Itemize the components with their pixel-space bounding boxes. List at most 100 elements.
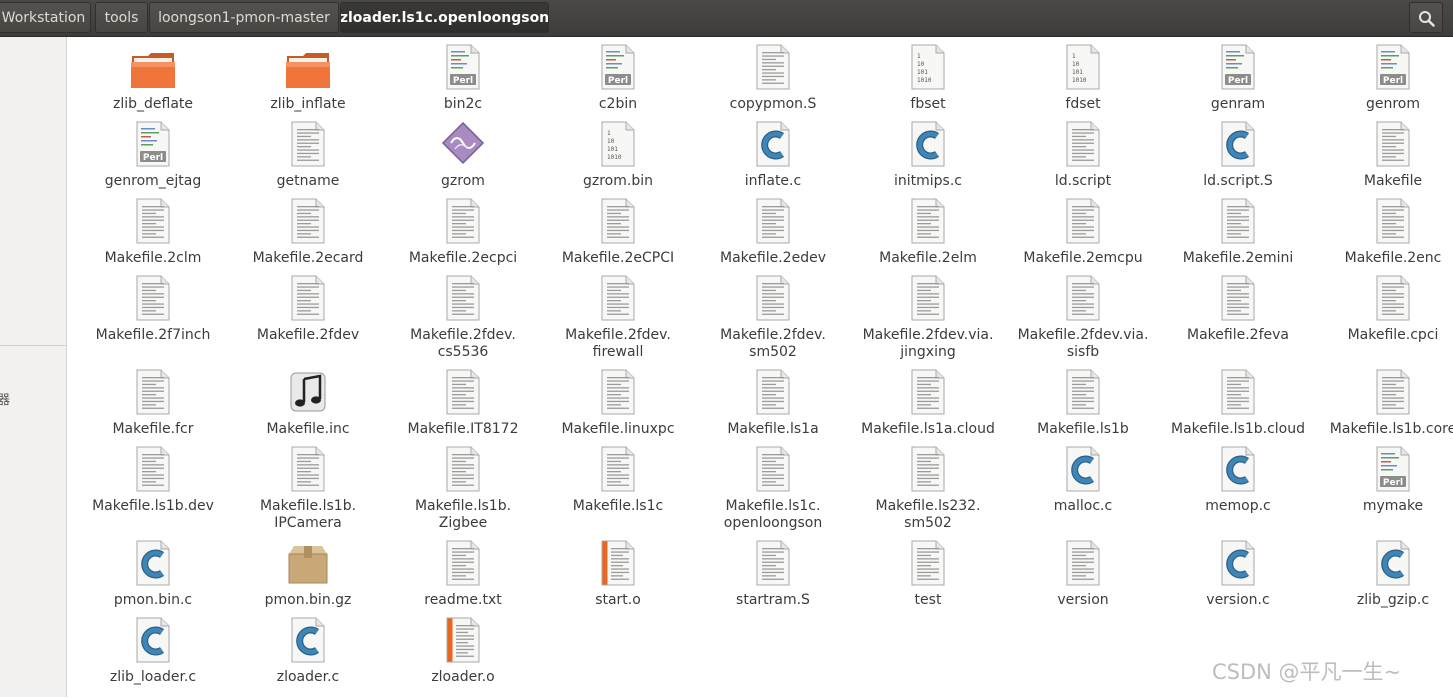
file-item[interactable]: Makefile.2fdev. cs5536 bbox=[388, 270, 538, 360]
file-item[interactable]: Makefile bbox=[1318, 116, 1453, 202]
file-item[interactable]: version bbox=[1008, 535, 1158, 621]
file-item[interactable]: Makefile.ls1a.cloud bbox=[853, 364, 1003, 450]
file-item[interactable]: pmon.bin.c bbox=[78, 535, 228, 621]
file-item[interactable]: 1 10 101 1010 fdset bbox=[1008, 39, 1158, 125]
sidebar-divider bbox=[0, 345, 66, 346]
file-item[interactable]: Makefile.ls1b bbox=[1008, 364, 1158, 450]
file-item[interactable]: Makefile.2feva bbox=[1163, 270, 1313, 356]
text-file-icon bbox=[1373, 369, 1413, 415]
file-item[interactable]: Perl bin2c bbox=[388, 39, 538, 125]
file-item[interactable]: Makefile.ls1c. openloongson bbox=[698, 441, 848, 531]
file-item[interactable]: ld.script bbox=[1008, 116, 1158, 202]
file-item[interactable]: initmips.c bbox=[853, 116, 1003, 202]
file-item[interactable]: Makefile.2emini bbox=[1163, 193, 1313, 279]
file-item[interactable]: Makefile.ls1b.cloud bbox=[1163, 364, 1313, 450]
file-name: Makefile.2fdev.via. sisfb bbox=[1017, 327, 1149, 360]
file-item[interactable]: Makefile.2edev bbox=[698, 193, 848, 279]
file-item[interactable]: Makefile.2fdev. sm502 bbox=[698, 270, 848, 360]
file-item[interactable]: Makefile.2ecard bbox=[233, 193, 383, 279]
svg-text:Perl: Perl bbox=[608, 76, 628, 86]
file-item[interactable]: Makefile.inc bbox=[233, 364, 383, 450]
c-source-icon bbox=[1218, 446, 1258, 492]
file-item[interactable]: memop.c bbox=[1163, 441, 1313, 527]
perl-script-icon: Perl bbox=[1373, 44, 1413, 90]
perl-script-icon: Perl bbox=[133, 121, 173, 167]
file-item[interactable]: zloader.o bbox=[388, 612, 538, 698]
file-item[interactable]: Perl mymake bbox=[1318, 441, 1453, 527]
file-item[interactable]: Makefile.2f7inch bbox=[78, 270, 228, 356]
text-file-icon bbox=[1063, 275, 1103, 321]
c-source-icon bbox=[133, 617, 173, 663]
file-item[interactable]: start.o bbox=[543, 535, 693, 621]
file-item[interactable]: Makefile.2fdev.via. sisfb bbox=[1008, 270, 1158, 360]
file-item[interactable]: Perl genram bbox=[1163, 39, 1313, 125]
file-item[interactable]: Makefile.ls1c bbox=[543, 441, 693, 527]
file-item[interactable]: Makefile.2eCPCI bbox=[543, 193, 693, 279]
file-name: Makefile.ls1b.cloud bbox=[1171, 421, 1305, 437]
file-name: Makefile bbox=[1363, 173, 1423, 189]
text-file-icon bbox=[1063, 198, 1103, 244]
file-icon-view[interactable]: zlib_deflate zlib_inflate Perl bin2c Perl c2b… bbox=[66, 37, 1453, 697]
breadcrumb-current-folder[interactable]: zloader.ls1c.openloongson bbox=[340, 2, 549, 33]
file-item[interactable]: Makefile.2enc bbox=[1318, 193, 1453, 279]
file-item[interactable]: zlib_deflate bbox=[78, 39, 228, 125]
file-item[interactable]: ld.script.S bbox=[1163, 116, 1313, 202]
file-item[interactable]: Perl c2bin bbox=[543, 39, 693, 125]
file-item[interactable]: copypmon.S bbox=[698, 39, 848, 125]
file-item[interactable]: Makefile.ls1b.core bbox=[1318, 364, 1453, 450]
file-item[interactable]: startram.S bbox=[698, 535, 848, 621]
file-item[interactable]: zlib_inflate bbox=[233, 39, 383, 125]
file-item[interactable]: Makefile.fcr bbox=[78, 364, 228, 450]
file-item[interactable]: zlib_gzip.c bbox=[1318, 535, 1453, 621]
breadcrumb-workstation[interactable]: Workstation bbox=[0, 2, 91, 33]
file-item[interactable]: Makefile.ls1b. Zigbee bbox=[388, 441, 538, 531]
sidebar-label-fragment[interactable]: 器 bbox=[0, 389, 10, 408]
file-item[interactable]: Makefile.ls232. sm502 bbox=[853, 441, 1003, 531]
file-item[interactable]: inflate.c bbox=[698, 116, 848, 202]
file-item[interactable]: Perl genrom_ejtag bbox=[78, 116, 228, 202]
binary-file-icon: 1 10 101 1010 bbox=[598, 121, 638, 167]
file-name: memop.c bbox=[1205, 498, 1271, 514]
file-item[interactable]: Makefile.ls1a bbox=[698, 364, 848, 450]
file-item[interactable]: Makefile.IT8172 bbox=[388, 364, 538, 450]
file-item[interactable]: getname bbox=[233, 116, 383, 202]
file-name: Makefile.2eCPCI bbox=[561, 250, 675, 266]
breadcrumb-tools[interactable]: tools bbox=[95, 2, 148, 33]
text-file-icon bbox=[1063, 369, 1103, 415]
file-item[interactable]: gzrom bbox=[388, 116, 538, 202]
file-item[interactable]: 1 10 101 1010 fbset bbox=[853, 39, 1003, 125]
c-source-icon bbox=[908, 121, 948, 167]
search-button[interactable] bbox=[1409, 2, 1443, 33]
file-item[interactable]: Makefile.2fdev.via. jingxing bbox=[853, 270, 1003, 360]
file-item[interactable]: version.c bbox=[1163, 535, 1313, 621]
file-item[interactable]: Perl genrom bbox=[1318, 39, 1453, 125]
file-item[interactable]: Makefile.2fdev bbox=[233, 270, 383, 356]
file-item[interactable]: Makefile.2clm bbox=[78, 193, 228, 279]
text-file-icon bbox=[443, 198, 483, 244]
file-name: initmips.c bbox=[894, 173, 962, 189]
file-name: Makefile.2enc bbox=[1344, 250, 1442, 266]
file-name: zlib_inflate bbox=[270, 96, 346, 112]
file-item[interactable]: Makefile.2ecpci bbox=[388, 193, 538, 279]
file-name: Makefile.2fdev.via. jingxing bbox=[862, 327, 994, 360]
file-item[interactable]: readme.txt bbox=[388, 535, 538, 621]
c-source-icon bbox=[133, 540, 173, 586]
file-item[interactable]: Makefile.2fdev. firewall bbox=[543, 270, 693, 360]
file-item[interactable]: Makefile.ls1b.dev bbox=[78, 441, 228, 527]
file-item[interactable]: zlib_loader.c bbox=[78, 612, 228, 698]
svg-text:Perl: Perl bbox=[1228, 76, 1248, 86]
file-item[interactable]: malloc.c bbox=[1008, 441, 1158, 527]
file-item[interactable]: Makefile.ls1b. IPCamera bbox=[233, 441, 383, 531]
file-item[interactable]: pmon.bin.gz bbox=[233, 535, 383, 621]
file-item[interactable]: 1 10 101 1010 gzrom.bin bbox=[543, 116, 693, 202]
c-source-icon bbox=[288, 617, 328, 663]
file-item[interactable]: Makefile.linuxpc bbox=[543, 364, 693, 450]
file-item[interactable]: test bbox=[853, 535, 1003, 621]
file-item[interactable]: zloader.c bbox=[233, 612, 383, 698]
file-item[interactable]: Makefile.2elm bbox=[853, 193, 1003, 279]
file-name: Makefile.2elm bbox=[879, 250, 977, 266]
file-item[interactable]: Makefile.2emcpu bbox=[1008, 193, 1158, 279]
text-file-icon bbox=[598, 446, 638, 492]
breadcrumb-loongson1-pmon-master[interactable]: loongson1-pmon-master bbox=[149, 2, 339, 33]
file-item[interactable]: Makefile.cpci bbox=[1318, 270, 1453, 356]
